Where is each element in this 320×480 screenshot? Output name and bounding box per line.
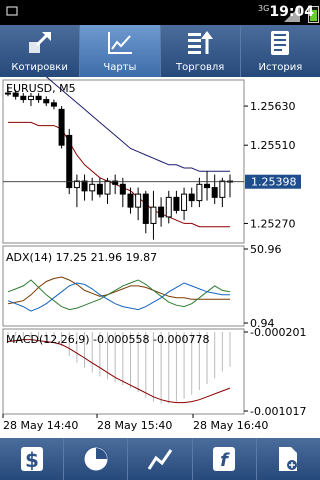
candle-body xyxy=(27,95,34,101)
svg-text:$: $ xyxy=(25,448,39,472)
candle-body xyxy=(20,95,27,101)
tab-charts[interactable]: Чарты xyxy=(80,25,161,77)
trade-button[interactable]: $ xyxy=(0,438,65,480)
candle-body xyxy=(43,99,50,104)
x-tick-label: 28 May 14:40 xyxy=(3,419,78,432)
macd-tick-label: -0.000201 xyxy=(250,326,306,339)
indicators-button[interactable]: f xyxy=(193,438,257,480)
x-tick-label: 28 May 16:40 xyxy=(193,419,268,432)
clock: 19:04 xyxy=(269,4,314,20)
candle-body xyxy=(188,193,195,202)
candle-body xyxy=(135,193,142,208)
price-tick-label: 1.25510 xyxy=(250,139,296,152)
candle-body xyxy=(219,180,226,198)
trade-list-icon xyxy=(188,31,214,54)
candle-body xyxy=(66,134,73,189)
chart-window[interactable]: EURUSD, M5 1.25630 1.25510 1.25270 1.25398 … xyxy=(0,43,320,438)
notification-icon xyxy=(6,6,18,16)
dollar-icon: $ xyxy=(20,447,43,472)
macd-tick-label: -0.001017 xyxy=(250,405,306,418)
candle-body xyxy=(204,183,211,189)
clock-pie-icon xyxy=(83,446,109,472)
candle-body xyxy=(89,183,96,192)
candle-body xyxy=(158,206,165,218)
candle-body xyxy=(127,193,134,208)
candle-body xyxy=(104,180,111,195)
candle-body xyxy=(81,180,88,192)
add-object-icon xyxy=(279,447,298,471)
candle-body xyxy=(119,183,126,195)
chart-canvas[interactable]: EURUSD, M5 1.256301.255101.252701.25398 … xyxy=(0,43,320,438)
candle-body xyxy=(196,183,203,202)
status-bar: 3G 19:04 xyxy=(0,0,320,25)
tab-trade[interactable]: Торговля xyxy=(161,25,241,77)
price-tick-label: 1.25270 xyxy=(250,217,296,230)
candle-body xyxy=(181,193,188,211)
bottom-toolbar: $ f xyxy=(0,438,320,480)
tab-trade-label: Торговля xyxy=(176,62,225,73)
top-tab-bar: Котировки Чарты Торговля История xyxy=(0,25,320,77)
price-chart-title: EURUSD, M5 xyxy=(6,82,76,95)
history-book-icon xyxy=(271,31,290,55)
candle-body xyxy=(173,196,180,211)
chart-type-button[interactable] xyxy=(128,438,193,480)
tab-quotes[interactable]: Котировки xyxy=(0,25,81,77)
candle-body xyxy=(211,187,218,198)
timeframe-button[interactable] xyxy=(64,438,129,480)
x-tick-label: 28 May 15:40 xyxy=(97,419,172,432)
price-tick-label: 1.25630 xyxy=(250,100,296,113)
candle-body xyxy=(165,196,172,218)
candle-body xyxy=(150,206,157,224)
expand-arrows-icon xyxy=(28,31,51,53)
current-price-label: 1.25398 xyxy=(251,176,297,189)
price-panel xyxy=(2,79,245,244)
adx-tick-label: 50.96 xyxy=(250,243,282,256)
tab-history-label: История xyxy=(258,62,303,73)
candle-body xyxy=(50,102,57,107)
objects-button[interactable] xyxy=(257,438,320,480)
tab-quotes-label: Котировки xyxy=(11,62,68,73)
indicators-function-icon: f xyxy=(213,447,236,471)
tab-history[interactable]: История xyxy=(241,25,320,77)
candle-body xyxy=(96,183,103,195)
candle-body xyxy=(35,95,42,101)
candle-body xyxy=(58,108,65,146)
macd-panel-title: MACD(12,26,9) -0.000558 -0.000778 xyxy=(6,333,209,346)
candle-body xyxy=(142,193,149,224)
network-type-label: 3G xyxy=(258,4,270,13)
line-chart-icon xyxy=(107,32,132,54)
tab-charts-label: Чарты xyxy=(103,62,137,73)
adx-panel-title: ADX(14) 17.25 21.96 19.87 xyxy=(6,251,157,264)
chart-type-icon xyxy=(147,449,173,470)
